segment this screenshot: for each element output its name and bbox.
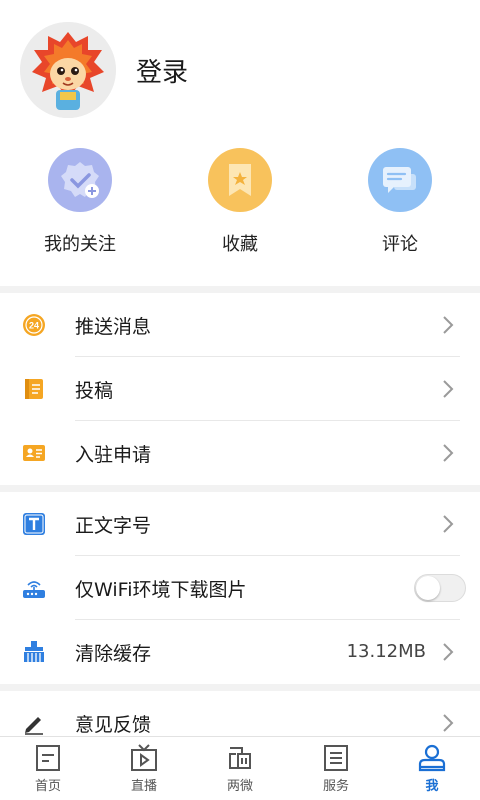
lion-mascot-icon [20, 22, 116, 118]
list-icon [324, 745, 348, 771]
wifi-only-toggle[interactable] [414, 574, 466, 602]
push-24h-icon: 24 [23, 314, 45, 336]
tab-live[interactable]: 直播 [96, 737, 192, 800]
bookmark-icon [208, 148, 272, 212]
comments-label: 评论 [382, 234, 418, 255]
wifi-router-icon [23, 581, 45, 598]
cache-size-value: 13.12MB [346, 641, 426, 662]
menu-item-label: 仅WiFi环境下载图片 [75, 579, 247, 601]
user-icon [418, 744, 446, 772]
login-button[interactable]: 登录 [136, 52, 188, 89]
chevron-right-icon [443, 643, 454, 661]
menu-item-text-size[interactable]: 正文字号 [0, 492, 480, 556]
menu-item-contribute[interactable]: 投稿 [0, 357, 480, 421]
tab-me[interactable]: 我 [384, 737, 480, 800]
my-follows-button[interactable]: 我的关注 [0, 148, 160, 256]
follow-badge-icon [48, 148, 112, 212]
tab-label: 两微 [226, 779, 253, 794]
pencil-icon [25, 717, 43, 735]
home-doc-icon [36, 745, 60, 771]
svg-text:24: 24 [29, 321, 39, 331]
menu-item-label: 入驻申请 [75, 444, 152, 466]
menu-group-2: 正文字号 仅WiFi环境下载图片 清除缓存 13.12MB [0, 492, 480, 684]
tab-home[interactable]: 首页 [0, 737, 96, 800]
tab-label: 首页 [34, 779, 61, 794]
tab-two-micro[interactable]: 两微 [192, 737, 288, 800]
tab-services[interactable]: 服务 [288, 737, 384, 800]
id-card-icon [23, 445, 45, 461]
menu-group-1: 24 推送消息 投稿 入驻申请 [0, 293, 480, 485]
toggle-knob [416, 576, 440, 600]
broom-icon [24, 641, 44, 662]
chevron-right-icon [443, 316, 454, 334]
menu-item-push-messages[interactable]: 24 推送消息 [0, 293, 480, 357]
tab-label: 直播 [130, 779, 157, 794]
menu-item-wifi-only-images: 仅WiFi环境下载图片 [0, 556, 480, 620]
bottom-tab-bar: 首页 直播 两微 服务 我 [0, 736, 480, 800]
menu-item-apply-to-join[interactable]: 入驻申请 [0, 421, 480, 485]
tv-play-icon [131, 744, 157, 771]
chevron-right-icon [443, 714, 454, 732]
two-micro-icon [229, 747, 251, 769]
text-size-icon [23, 513, 45, 535]
menu-item-label: 正文字号 [75, 515, 152, 537]
menu-item-label: 清除缓存 [75, 643, 152, 665]
profile-section: 登录 我的关注 收藏 评论 [0, 0, 480, 286]
chevron-right-icon [443, 515, 454, 533]
document-icon [25, 379, 43, 399]
comments-button[interactable]: 评论 [320, 148, 480, 256]
menu-item-label: 意见反馈 [75, 714, 152, 736]
menu-item-label: 推送消息 [75, 316, 152, 338]
favorites-label: 收藏 [222, 234, 258, 255]
tab-label: 服务 [322, 779, 349, 794]
menu-item-label: 投稿 [75, 380, 114, 402]
tab-label: 我 [425, 779, 439, 794]
avatar[interactable] [20, 22, 116, 118]
menu-item-clear-cache[interactable]: 清除缓存 13.12MB [0, 620, 480, 684]
my-follows-label: 我的关注 [44, 234, 116, 255]
chevron-right-icon [443, 444, 454, 462]
menu-group-3: 意见反馈 [0, 691, 480, 736]
menu-item-feedback[interactable]: 意见反馈 [0, 691, 480, 736]
comment-icon [368, 148, 432, 212]
favorites-button[interactable]: 收藏 [160, 148, 320, 256]
chevron-right-icon [443, 380, 454, 398]
